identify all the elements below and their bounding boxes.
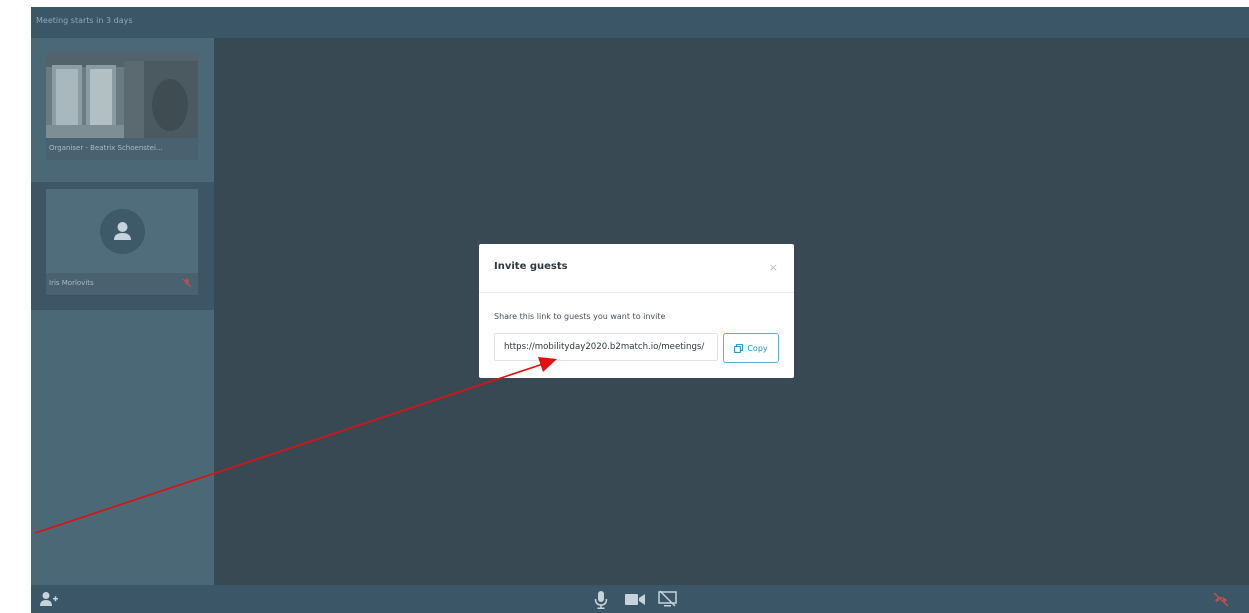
participant-tile-wrapper: Organiser - Beatrix Schoenstei... [31,38,214,173]
copy-button[interactable]: Copy [723,333,779,363]
screen-share-off-icon[interactable] [658,590,677,608]
camera-icon[interactable] [625,593,645,606]
participant-tile-wrapper: Iris Morlovits [31,182,214,310]
microphone-muted-icon [182,278,192,288]
user-icon [114,222,131,240]
avatar [100,209,145,254]
dialog-title: Invite guests [494,261,568,272]
hangup-icon[interactable] [1212,590,1230,608]
participant-name-bar: Organiser - Beatrix Schoenstei... [46,138,198,160]
controls-bar [31,585,1249,613]
participant-video-tile[interactable]: Organiser - Beatrix Schoenstei... [46,53,198,160]
copy-icon [734,343,744,353]
microphone-icon[interactable] [594,591,608,609]
dialog-description: Share this link to guests you want to in… [494,312,666,321]
meeting-status: Meeting starts in 3 days [36,16,133,25]
participant-name: Iris Morlovits [49,279,94,287]
copy-button-label: Copy [747,343,768,353]
dialog-header: Invite guests × [479,244,794,293]
invite-guests-dialog: Invite guests × Share this link to guest… [479,244,794,378]
close-icon[interactable]: × [769,261,778,274]
invite-link-input[interactable] [494,333,718,361]
add-participant-icon[interactable] [39,591,59,607]
participant-name: Organiser - Beatrix Schoenstei... [49,144,163,152]
participant-name-bar: Iris Morlovits [46,273,198,295]
participant-avatar-tile[interactable]: Iris Morlovits [46,189,198,295]
participants-sidebar: Organiser - Beatrix Schoenstei... Iris M… [31,38,214,585]
top-bar: Meeting starts in 3 days [31,7,1249,38]
